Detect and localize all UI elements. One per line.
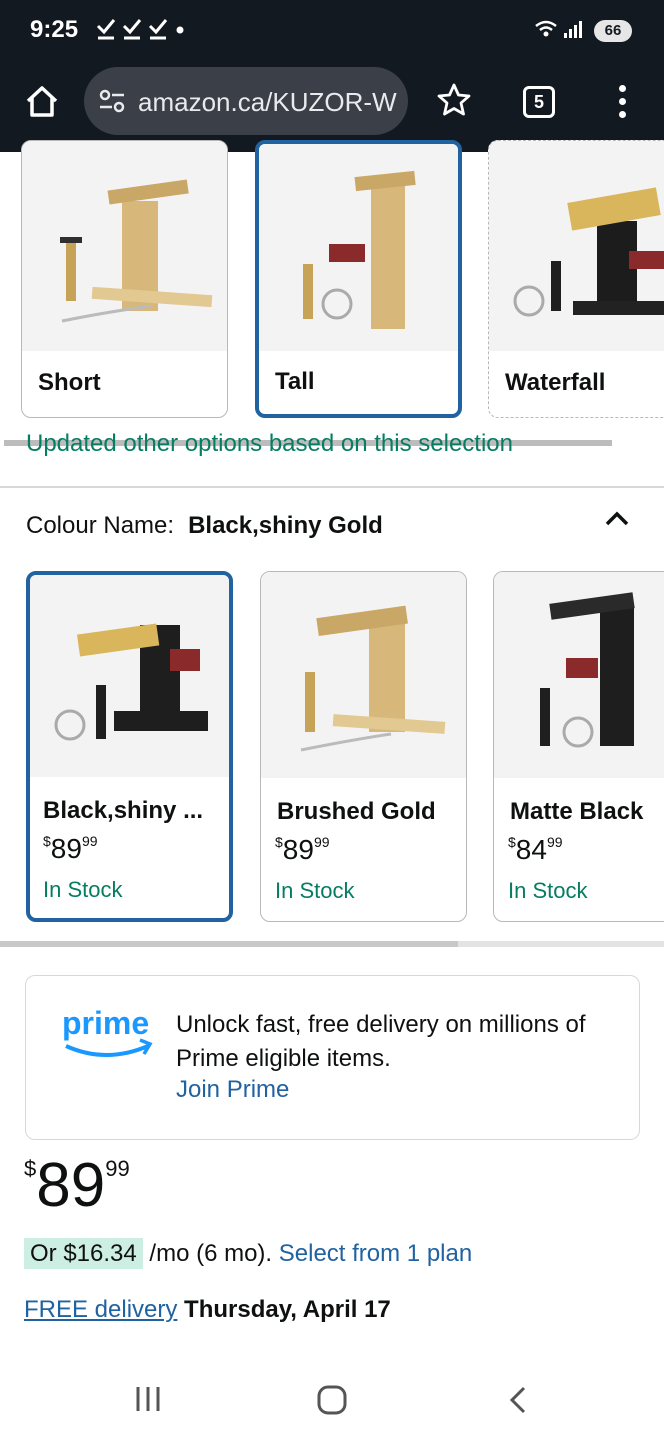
recent-apps-icon[interactable]	[134, 1384, 162, 1414]
product-price: $8999	[24, 1151, 130, 1220]
product-image	[489, 141, 664, 351]
stock-status: In Stock	[508, 878, 588, 903]
style-option-waterfall[interactable]: Waterfall	[488, 140, 664, 418]
system-nav-bar	[0, 1360, 664, 1440]
colour-option-price: $8499	[508, 834, 563, 865]
join-prime-link[interactable]: Join Prime	[176, 1076, 289, 1104]
installment-term: /mo (6 mo).	[149, 1240, 273, 1267]
prime-logo[interactable]: prime	[62, 1002, 154, 1062]
status-bar: 9:25 66	[0, 0, 664, 62]
home-nav-icon[interactable]	[316, 1384, 348, 1416]
colour-option-matte-black[interactable]: Matte Black $8499 In Stock	[493, 571, 664, 922]
select-plan-link[interactable]: Select from 1 plan	[279, 1240, 472, 1267]
status-time: 9:25	[30, 16, 79, 43]
colour-option-black-shiny-gold[interactable]: Black,shiny ... $8999 In Stock	[26, 571, 233, 922]
style-option-short[interactable]: Short	[21, 140, 228, 418]
style-option-label: Tall	[275, 368, 315, 395]
product-image	[259, 144, 458, 351]
colour-option-brushed-gold[interactable]: Brushed Gold $8999 In Stock	[260, 571, 467, 922]
product-image	[22, 141, 227, 351]
url-text: amazon.ca/KUZOR-W	[138, 87, 397, 117]
product-image	[494, 572, 664, 778]
svg-text:prime: prime	[62, 1005, 149, 1041]
product-image	[30, 575, 229, 777]
free-delivery-link[interactable]: FREE delivery	[24, 1296, 177, 1323]
style-option-label: Waterfall	[505, 369, 606, 396]
prime-promo-text: Unlock fast, free delivery on millions o…	[176, 1011, 586, 1072]
colour-option-label: Matte Black	[510, 798, 644, 825]
style-option-label: Short	[38, 369, 101, 396]
installment-amount: Or $16.34	[24, 1238, 143, 1269]
updated-options-notice: Updated other options based on this sele…	[26, 430, 513, 457]
prime-promo-box: prime Unlock fast, free delivery on mill…	[25, 975, 640, 1140]
tab-switcher-button[interactable]: 5	[523, 86, 555, 118]
delivery-date: Thursday, April 17	[184, 1296, 391, 1323]
home-icon[interactable]	[22, 82, 62, 122]
style-option-tall[interactable]: Tall	[255, 140, 462, 418]
address-bar[interactable]: amazon.ca/KUZOR-W	[84, 67, 408, 135]
colour-selected-value: Black,shiny Gold	[188, 512, 383, 539]
bookmark-star-icon[interactable]	[434, 80, 474, 120]
section-divider	[0, 486, 664, 488]
product-image	[261, 572, 466, 778]
stock-status: In Stock	[275, 878, 355, 903]
chevron-up-icon[interactable]	[604, 508, 630, 528]
notification-icons	[96, 16, 186, 48]
colour-option-price: $8999	[43, 833, 98, 864]
colour-label: Colour Name:	[26, 512, 175, 539]
colour-option-label: Brushed Gold	[277, 798, 436, 825]
battery-icon: 66	[594, 20, 632, 42]
browser-toolbar: amazon.ca/KUZOR-W 5	[0, 62, 664, 152]
signal-icon	[534, 18, 588, 45]
colour-name-row: Colour Name: Black,shiny Gold	[26, 512, 383, 540]
installment-plan: Or $16.34 /mo (6 mo). Select from 1 plan	[24, 1238, 472, 1269]
horizontal-scrollbar-thumb[interactable]	[0, 941, 458, 947]
colour-option-label: Black,shiny ...	[43, 797, 204, 824]
overflow-menu-icon[interactable]	[612, 82, 632, 122]
colour-option-price: $8999	[275, 834, 330, 865]
check-icon	[96, 19, 184, 40]
stock-status: In Stock	[43, 877, 123, 902]
back-icon[interactable]	[506, 1384, 530, 1416]
delivery-info: FREE delivery Thursday, April 17	[24, 1296, 391, 1324]
site-settings-icon[interactable]	[98, 89, 126, 113]
